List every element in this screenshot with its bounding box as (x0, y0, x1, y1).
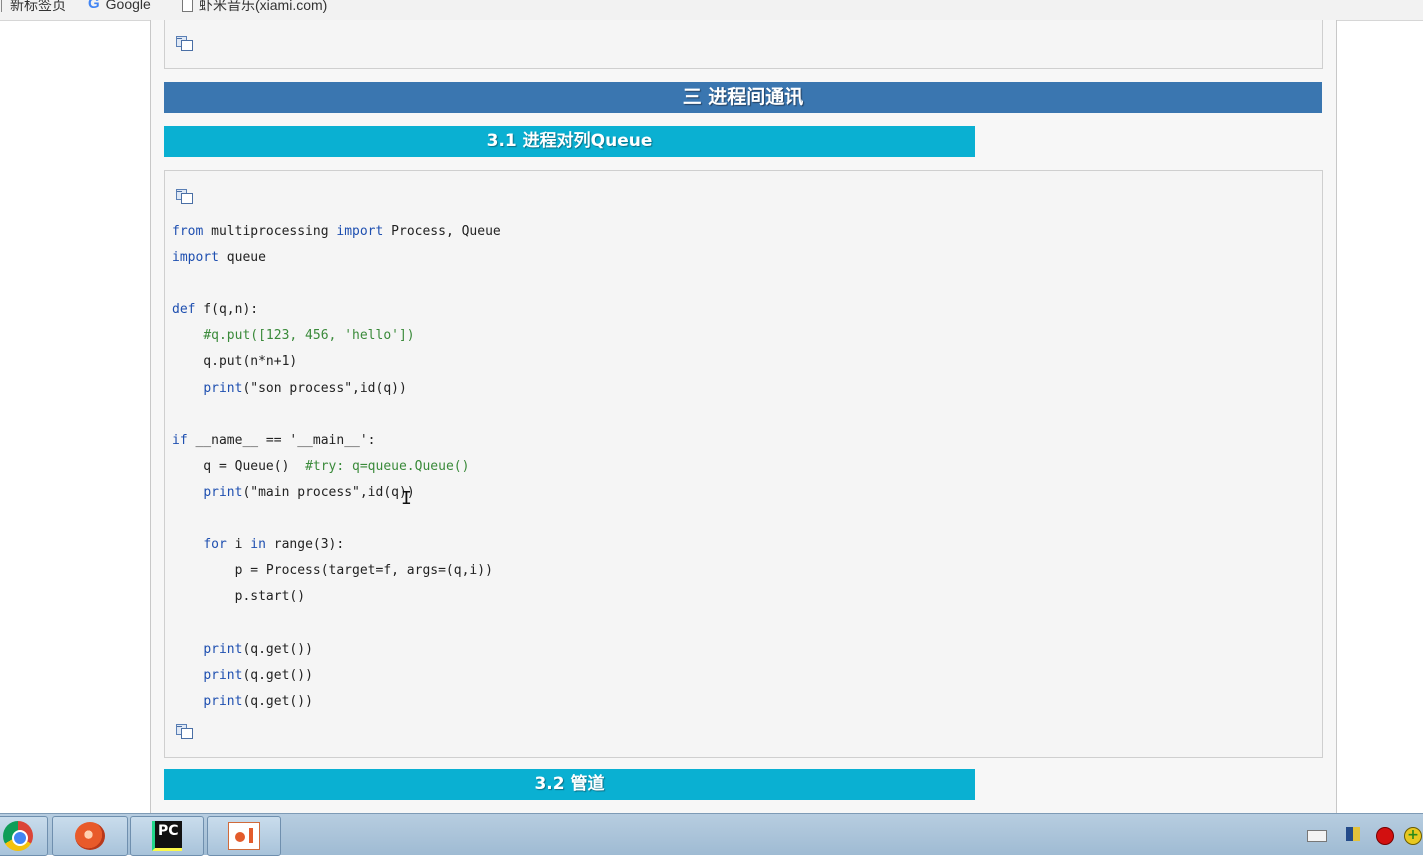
pycharm-icon: PC (152, 821, 182, 851)
snail-icon (75, 822, 105, 850)
code-line-7: print("son process",id(q)) (203, 380, 407, 396)
keyboard-icon[interactable] (1307, 830, 1327, 842)
record-icon[interactable] (1376, 827, 1394, 845)
taskbar-pycharm[interactable]: PC (130, 816, 204, 856)
bookmark-bar-icon (1, 0, 2, 12)
taskbar-snail[interactable] (52, 816, 128, 856)
taskbar-chrome[interactable] (0, 816, 48, 856)
section-title: 三 进程间通讯 (164, 82, 1322, 113)
code-line-11: print("main process",id(q)) (203, 484, 415, 500)
code-line-9: if __name__ == '__main__': (172, 432, 376, 448)
bookmark-xiami[interactable]: 虾米音乐(xiami.com) (182, 0, 327, 15)
copy-code-icon[interactable] (175, 189, 193, 204)
google-icon: G (88, 0, 100, 12)
language-flag-icon[interactable] (1346, 827, 1360, 841)
copy-code-icon[interactable] (175, 36, 193, 51)
code-line-14: p = Process(target=f, args=(q,i)) (172, 563, 493, 579)
code-line-17: print(q.get()) (203, 641, 313, 657)
code-line-1: from multiprocessing import Process, Que… (172, 224, 501, 239)
taskbar: PC + (0, 813, 1423, 856)
code-line-10: q = Queue() #try: q=queue.Queue() (172, 458, 470, 474)
add-icon[interactable]: + (1404, 827, 1422, 845)
chrome-icon (3, 821, 33, 851)
text-cursor-icon: I (401, 488, 412, 509)
code-block-previous (164, 20, 1323, 69)
bookmark-label: Google (105, 0, 151, 12)
subsection-title-queue: 3.1 进程对列Queue (164, 126, 975, 157)
code-line-15: p.start() (172, 589, 306, 605)
code-text: from multiprocessing import Process, Que… (172, 219, 501, 715)
bookmark-google[interactable]: G Google (88, 0, 151, 12)
code-line-5: #q.put([123, 456, 'hello']) (203, 328, 415, 344)
bookmark-label: 虾米音乐(xiami.com) (199, 0, 328, 13)
powerpoint-icon (228, 822, 260, 850)
bookmark-label: 新标签页 (10, 0, 66, 13)
code-line-19: print(q.get()) (203, 693, 313, 709)
code-line-6: q.put(n*n+1) (172, 354, 298, 370)
bookmark-new-tab[interactable]: 新标签页 (10, 0, 66, 15)
bookmarks-bar: 新标签页 G Google 虾米音乐(xiami.com) (0, 0, 1423, 21)
code-line-18: print(q.get()) (203, 667, 313, 683)
subsection-title-pipe: 3.2 管道 (164, 769, 975, 800)
taskbar-powerpoint[interactable] (207, 816, 281, 856)
code-line-4: def f(q,n): (172, 302, 259, 318)
page-icon (182, 0, 193, 12)
copy-code-icon[interactable] (175, 724, 193, 739)
code-line-2: import queue (172, 250, 266, 266)
code-line-13: for i in range(3): (203, 537, 345, 553)
